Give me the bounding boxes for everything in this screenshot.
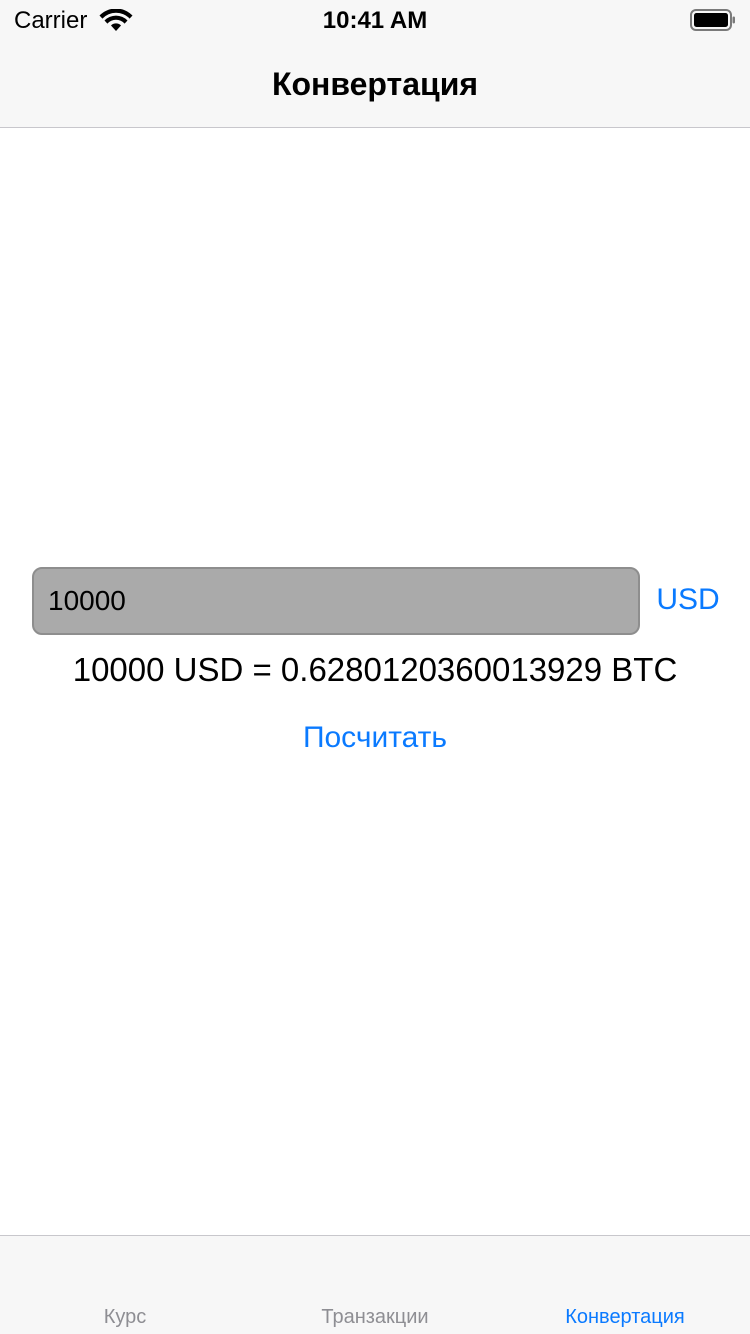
- tab-transactions[interactable]: Транзакции: [250, 1306, 500, 1329]
- tab-conversion[interactable]: Конвертация: [500, 1306, 750, 1329]
- navigation-bar: Конвертация: [0, 40, 750, 128]
- currency-select-button[interactable]: USD: [650, 583, 726, 617]
- amount-input[interactable]: [32, 567, 640, 635]
- conversion-result: 10000 USD = 0.6280120360013929 BTC: [72, 651, 678, 688]
- status-bar: Carrier 10:41 AM: [0, 0, 750, 40]
- battery-icon: [690, 9, 735, 31]
- tab-rates[interactable]: Курс: [0, 1306, 250, 1329]
- page-title: Конвертация: [271, 66, 479, 102]
- tab-bar: Курс Транзакции Конвертация: [0, 1235, 750, 1334]
- clock: 10:41 AM: [322, 7, 428, 34]
- calculate-button[interactable]: Посчитать: [0, 721, 750, 755]
